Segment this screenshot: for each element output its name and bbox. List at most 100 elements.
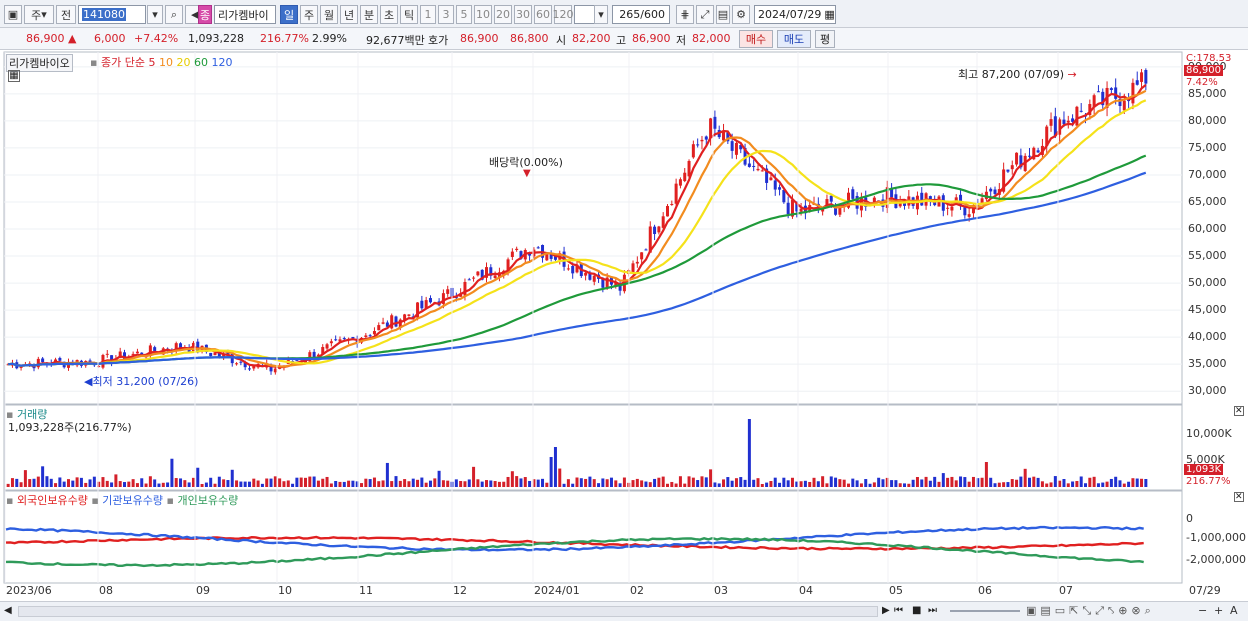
volume-bar <box>653 478 657 487</box>
volume-bar <box>536 479 540 487</box>
candle-body <box>342 338 346 340</box>
volume-bar <box>62 481 66 487</box>
interval-10[interactable]: 10 <box>474 5 492 24</box>
candle-body <box>851 189 855 199</box>
price-tick-label: 35,000 <box>1188 357 1227 371</box>
volume-bar <box>282 481 286 487</box>
eval-button[interactable]: 평 <box>815 30 835 48</box>
candle-body <box>644 249 648 251</box>
font-size-icon[interactable]: A <box>1230 604 1238 617</box>
interval-60[interactable]: 60 <box>534 5 552 24</box>
zoom-slider[interactable] <box>950 610 1020 612</box>
holding-panel-close-icon[interactable]: ✕ <box>1234 492 1244 502</box>
volume-bar <box>859 483 863 487</box>
period-minute[interactable]: 분 <box>360 5 378 24</box>
volume-bar <box>372 477 376 487</box>
volume-bar <box>726 477 730 487</box>
interval-30[interactable]: 30 <box>514 5 532 24</box>
volume-bar <box>1084 483 1088 487</box>
stop-icon[interactable]: ■ <box>912 605 921 616</box>
save-icon[interactable]: ▤ <box>716 5 730 24</box>
price-tick-label: 85,000 <box>1188 86 1227 100</box>
calendar-icon[interactable]: ▦ <box>824 8 834 21</box>
code-dropdown-icon[interactable]: ▾ <box>147 5 163 24</box>
prev-button[interactable]: 전 <box>56 5 76 24</box>
volume-bar <box>79 477 83 487</box>
stock-chart[interactable] <box>0 50 1248 602</box>
volume-bar <box>1122 483 1126 487</box>
volume-bar <box>381 480 385 487</box>
period-week[interactable]: 주 <box>300 5 318 24</box>
volume-bar <box>821 476 825 487</box>
sell-button[interactable]: 매도 <box>777 30 811 48</box>
volume-bar <box>368 479 372 487</box>
period-day[interactable]: 일 <box>280 5 298 24</box>
volume-bar <box>342 481 346 487</box>
candle-body <box>903 203 907 206</box>
horizontal-scrollbar[interactable] <box>18 606 878 617</box>
window-icon[interactable]: ▣ <box>4 5 22 24</box>
buy-button[interactable]: 매수 <box>739 30 773 48</box>
candle-body <box>584 272 588 276</box>
volume-bar <box>1027 477 1031 487</box>
price-tick-label: 75,000 <box>1188 140 1227 154</box>
candle-body <box>153 347 157 352</box>
candle-body <box>510 251 514 257</box>
volume-bar <box>110 482 114 487</box>
candle-body <box>105 353 109 355</box>
data-table-icon[interactable]: ▦ <box>8 70 20 82</box>
chart-type-icon[interactable]: ⋕ <box>676 5 694 24</box>
volume-bar <box>661 476 665 487</box>
volume-bar <box>437 470 441 487</box>
last-page-icon[interactable]: ⏭ <box>928 605 937 616</box>
period-tick[interactable]: 틱 <box>400 5 418 24</box>
zoom-out-icon[interactable]: − <box>1198 604 1207 617</box>
volume-bar <box>967 481 971 487</box>
interval-5[interactable]: 5 <box>456 5 472 24</box>
date-input[interactable]: 2024/07/29 ▦ <box>754 5 836 24</box>
period-month[interactable]: 월 <box>320 5 338 24</box>
interval-dropdown-icon[interactable]: ▾ <box>594 5 608 24</box>
drawing-tools-icon[interactable]: ▣▤▭⇱⤡⤢⤣⊕⊗⌕ <box>1026 604 1155 618</box>
volume-bar <box>691 477 695 487</box>
period-second[interactable]: 초 <box>380 5 398 24</box>
institution-holding-legend: 기관보유수량 <box>102 494 164 507</box>
interval-3[interactable]: 3 <box>438 5 454 24</box>
volume-bar <box>903 483 907 487</box>
volume-bar <box>123 482 127 487</box>
code-input[interactable]: 141080 <box>78 5 146 24</box>
count-value: 265 <box>619 8 641 21</box>
volume-bar <box>127 481 131 487</box>
stock-name-field[interactable]: 리가켐바이 <box>214 5 276 24</box>
interval-1[interactable]: 1 <box>420 5 436 24</box>
search-icon[interactable]: ⌕ <box>165 5 183 24</box>
volume-bar <box>1088 477 1092 487</box>
candle-body <box>368 335 372 337</box>
market-select[interactable]: 주 ▾ <box>24 5 54 24</box>
first-page-icon[interactable]: ⏮ <box>894 605 903 616</box>
candle-body <box>493 275 497 278</box>
volume-panel-close-icon[interactable]: ✕ <box>1234 406 1244 416</box>
volume-bar <box>454 479 458 487</box>
interval-20[interactable]: 20 <box>494 5 512 24</box>
interval-120[interactable]: 120 <box>553 5 574 24</box>
count-input[interactable]: 265/600 <box>612 5 670 24</box>
candle-body <box>635 261 639 264</box>
market-select-label: 주 <box>31 8 42 22</box>
scroll-right-icon[interactable]: ▶ <box>882 605 890 616</box>
volume-bar <box>329 483 333 487</box>
settings-gear-icon[interactable]: ⚙ <box>732 5 750 24</box>
candle-body <box>799 208 803 212</box>
volume-bar <box>497 481 501 487</box>
volume-bar <box>1092 476 1096 487</box>
candle-body <box>1140 72 1144 82</box>
x-tick-label: 09 <box>196 584 210 597</box>
volume-bar <box>959 476 963 487</box>
draw-tool-icon[interactable]: ⤢ <box>696 5 714 24</box>
zoom-in-icon[interactable]: + <box>1214 604 1223 617</box>
x-tick-label: 02 <box>630 584 644 597</box>
volume-bar <box>946 477 950 487</box>
scroll-left-icon[interactable]: ◀ <box>4 605 12 616</box>
volume-bar <box>485 480 489 487</box>
period-year[interactable]: 년 <box>340 5 358 24</box>
